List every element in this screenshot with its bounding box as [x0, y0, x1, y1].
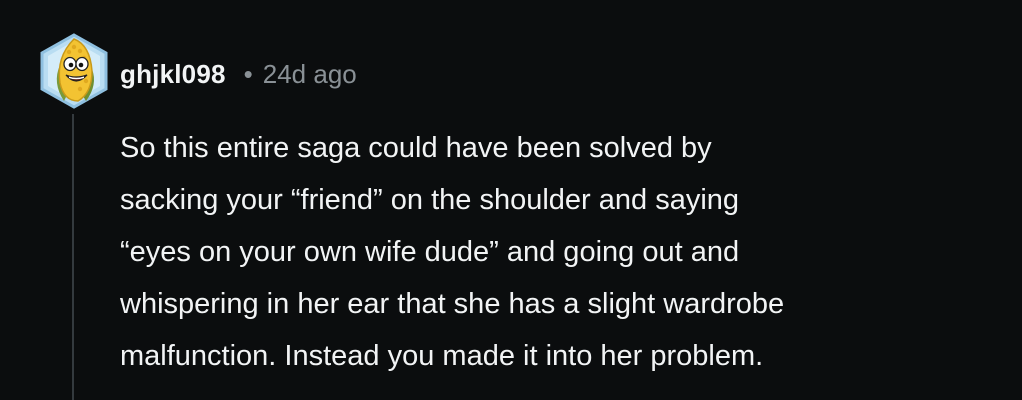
comment-body-line: “eyes on your own wife dude” and going o…	[120, 236, 740, 268]
corn-character-icon	[40, 33, 108, 109]
meta-separator: •	[243, 58, 253, 89]
comment-body-line: So this entire saga could have been solv…	[120, 132, 712, 164]
user-avatar[interactable]	[34, 31, 114, 111]
comment-body-line: sacking your “friend” on the shoulder an…	[120, 184, 740, 216]
timestamp[interactable]: 24d ago	[263, 59, 357, 90]
comment-body-line: malfunction. Instead you made it into he…	[120, 340, 764, 372]
comment-body-line: whispering in her ear that she has a sli…	[120, 288, 785, 320]
thread-line[interactable]	[72, 114, 74, 400]
comment-body: So this entire saga could have been solv…	[120, 122, 1000, 382]
username-link[interactable]: ghjkl098	[120, 59, 226, 90]
comment-meta: ghjkl098 • 24d ago	[120, 56, 357, 92]
